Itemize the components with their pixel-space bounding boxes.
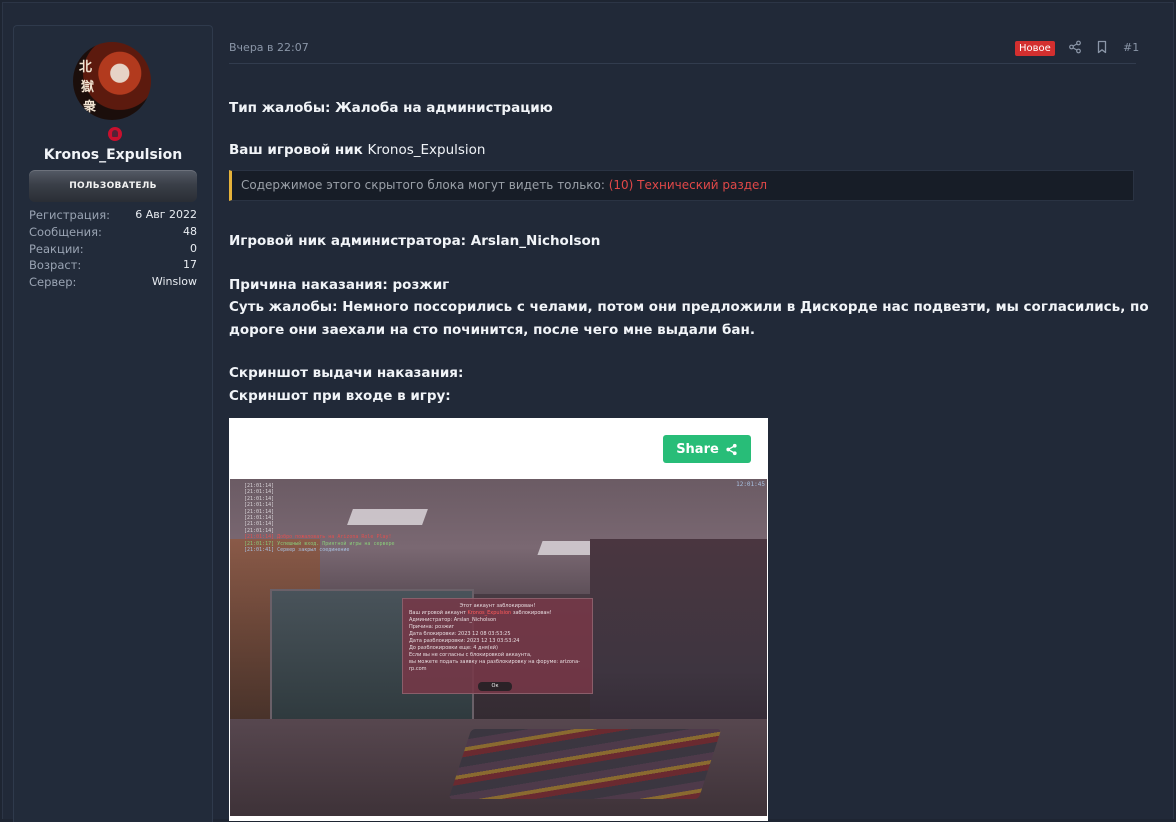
user-role-banner: ПОЛЬЗОВАТЕЛЬ: [29, 170, 197, 202]
avatar-glyph: 獄: [81, 80, 95, 95]
share-button-label: Share: [676, 441, 719, 457]
share-alt-icon: [726, 443, 737, 455]
ban-dialog-note: вы можете подать заявку на разблокировку…: [409, 659, 580, 672]
stat-label: Реакции:: [29, 241, 84, 256]
stat-value: 6 Авг 2022: [135, 208, 197, 221]
avatar-glyph: 衆: [83, 100, 97, 115]
ban-dialog-time-left: До разблокировки еще: 4 дня(ей): [409, 645, 498, 651]
stat-value: 48: [183, 224, 197, 238]
chat-line: [21:01:14] Добро пожаловать на Arizona R…: [244, 534, 392, 541]
share-button[interactable]: Share: [663, 435, 751, 463]
user-status-icon: [106, 125, 124, 143]
ban-dialog-nick-name: Kronos_Expulsion: [467, 610, 512, 616]
admin-nick: Игровой ник администратора: Arslan_Nicho…: [229, 233, 601, 249]
chat-line: [21:01:41] Сервер закрыл соединение: [244, 547, 350, 554]
hidden-block-group[interactable]: (10) Технический раздел: [609, 178, 767, 192]
bed: [448, 729, 722, 799]
ban-dialog-ok-button[interactable]: Ок: [478, 682, 512, 691]
ban-dialog-unblock-date: Дата разблокировки: 2023 12 13 03:53:24: [409, 638, 520, 644]
stat-messages: Сообщения: 48: [29, 224, 197, 241]
stat-label: Возраст:: [29, 258, 82, 273]
stat-label: Регистрация:: [29, 208, 110, 222]
stat-reactions: Реакции: 0: [29, 241, 197, 258]
game-chat: [21:01:14] [21:01:14] [21:01:14] [21:01:…: [244, 483, 395, 553]
ban-dialog-nick: Ваш игровой аккаунт Kronos_Expulsion заб…: [409, 610, 586, 617]
stat-value: Winslow: [151, 275, 197, 289]
stat-value: 17: [183, 258, 197, 272]
avatar-glyph: 北: [79, 60, 93, 75]
complaint-essence-line2: дороге они заехали на сто починится, пос…: [229, 322, 755, 338]
game-screenshot[interactable]: [21:01:14] [21:01:14] [21:01:14] [21:01:…: [230, 479, 767, 816]
ban-dialog-block-date: Дата блокировки: 2023 12 08 03:53:25: [409, 631, 511, 637]
hidden-block-text: Содержимое этого скрытого блока могут ви…: [241, 178, 605, 192]
user-stats: Регистрация: 6 Авг 2022 Сообщения: 48 Ре…: [29, 207, 197, 291]
ban-dialog-reason: Причина: розжиг: [409, 624, 455, 630]
ban-dialog-text: заблокирован!: [512, 610, 552, 616]
image-embed: Share [21:01:14] [21:01:14] [21:01:14] […: [229, 418, 768, 821]
stat-label: Сообщения:: [29, 224, 102, 239]
post-meta: Вчера в 22:07 Новое #1: [229, 40, 1139, 64]
stat-value: 0: [190, 241, 197, 255]
avatar[interactable]: 北 獄 衆: [73, 42, 151, 120]
complaint-type: Тип жалобы: Жалоба на администрацию: [229, 100, 553, 116]
ban-dialog-note: Если вы не согласны с блокировкой аккаун…: [409, 652, 532, 658]
player-nick-value: Kronos_Expulsion: [367, 142, 486, 158]
screenshot-punishment-label: Скриншот выдачи наказания:: [229, 365, 464, 381]
ban-dialog: Этот аккаунт заблокирован! Ваш игровой а…: [402, 598, 593, 694]
stat-label: Сервер:: [29, 275, 77, 290]
ban-dialog-title: Этот аккаунт заблокирован!: [459, 603, 536, 609]
bookmark-icon[interactable]: [1095, 40, 1109, 54]
stat-server: Сервер: Winslow: [29, 274, 197, 291]
hidden-content-block: Содержимое этого скрытого блока могут ви…: [229, 170, 1134, 201]
screenshot-login-label: Скриншот при входе в игру:: [229, 388, 451, 404]
ban-dialog-admin: Администратор: Arslan_Nicholson: [409, 617, 497, 623]
new-badge: Новое: [1015, 41, 1055, 56]
player-nick-line: Ваш игровой ник Kronos_Expulsion: [229, 142, 486, 158]
ban-dialog-text: Ваш игровой аккаунт: [409, 610, 466, 616]
post-container: 北 獄 衆 Kronos_Expulsion ПОЛЬЗОВАТЕЛЬ Реги…: [2, 2, 1174, 822]
game-clock: 12:01:45: [736, 481, 765, 488]
player-nick-label: Ваш игровой ник: [229, 142, 363, 158]
stat-registration: Регистрация: 6 Авг 2022: [29, 207, 197, 224]
post-date[interactable]: Вчера в 22:07: [229, 41, 309, 54]
complaint-essence-line1: Суть жалобы: Немного поссорились с челам…: [229, 299, 1149, 315]
punishment-reason: Причина наказания: розжиг: [229, 277, 450, 293]
post-number-link[interactable]: #1: [1123, 41, 1139, 54]
stat-age: Возраст: 17: [29, 257, 197, 274]
user-sidebar: 北 獄 衆 Kronos_Expulsion ПОЛЬЗОВАТЕЛЬ Реги…: [13, 25, 213, 822]
share-icon[interactable]: [1068, 40, 1082, 54]
username[interactable]: Kronos_Expulsion: [14, 147, 212, 163]
